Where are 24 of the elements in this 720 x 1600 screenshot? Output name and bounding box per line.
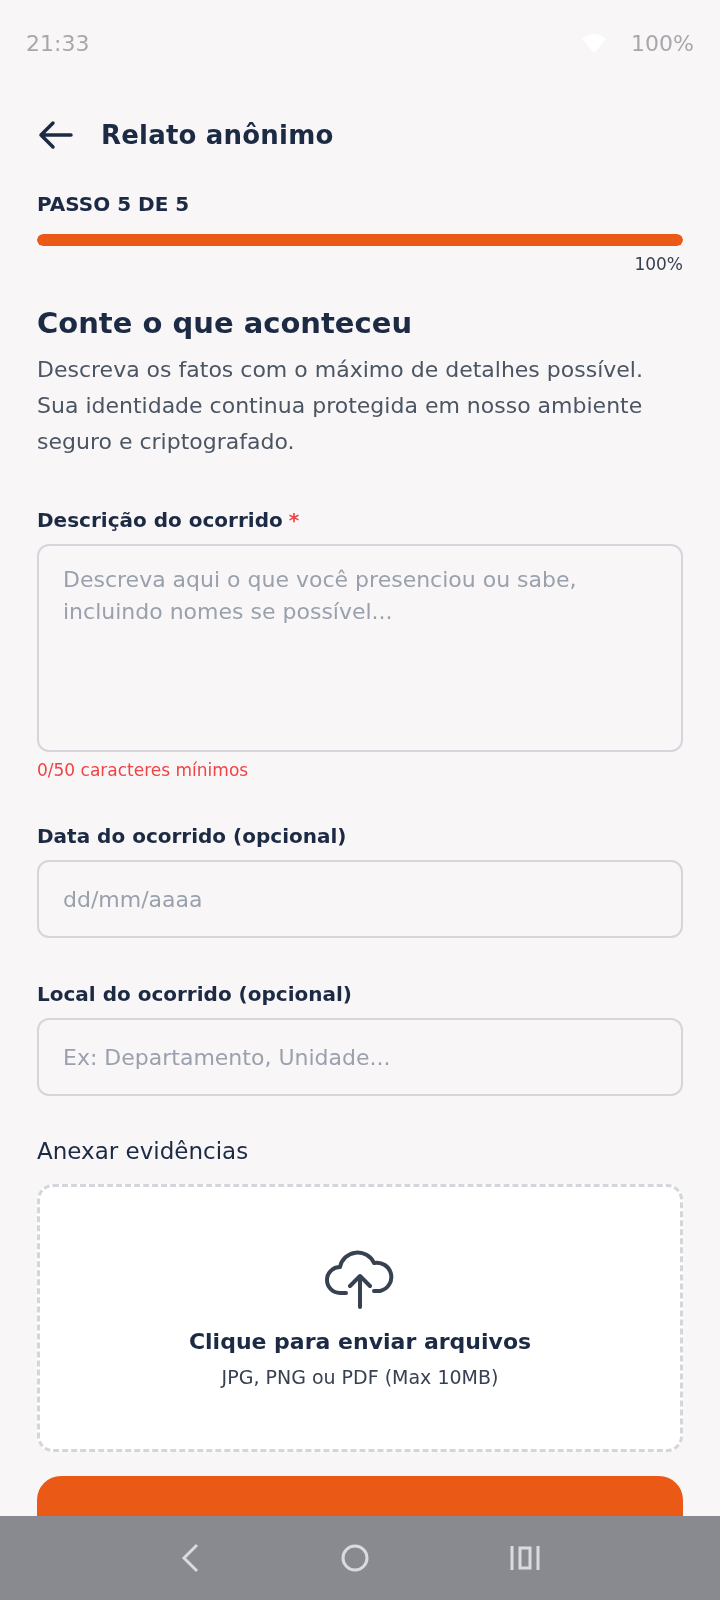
- step-label: PASSO 5 DE 5: [37, 192, 191, 216]
- screen-title: Relato anônimo: [101, 120, 334, 150]
- section-description: Descreva os fatos com o máximo de detalhes possível. Sua identidade continua protegida em nosso ambiente seguro e criptografado.: [37, 356, 644, 456]
- character-count: 0/50 caracteres mínimos: [37, 760, 250, 780]
- field-label: Descrição do ocorrido: [37, 508, 283, 532]
- upload-prompt: Clique para enviar arquivos: [188, 1328, 532, 1354]
- required-mark: *: [288, 508, 300, 532]
- recent-apps-icon[interactable]: [510, 1544, 540, 1572]
- field-label: Data do ocorrido (opcional): [37, 824, 347, 848]
- input-field[interactable]: dd/mm/aaaa: [37, 860, 683, 938]
- home-icon[interactable]: [340, 1543, 370, 1573]
- battery-percentage: 100%: [631, 30, 694, 56]
- description-field[interactable]: Descreva aqui o que você presenciou ou sabe, incluindo nomes se possível...: [37, 544, 683, 752]
- progress-percentage: 100%: [634, 254, 683, 274]
- upload-dropzone[interactable]: Clique para enviar arquivos JPG, PNG ou PDF (Max 10MB): [37, 1184, 683, 1452]
- cloud-upload-icon: [324, 1248, 396, 1309]
- section-title: Conte o que aconteceu: [37, 306, 414, 340]
- field-label: Local do ocorrido (opcional): [37, 982, 352, 1006]
- status-time: 21:33: [26, 30, 90, 56]
- input-field[interactable]: Ex: Departamento, Unidade...: [37, 1018, 683, 1096]
- upload-formats: JPG, PNG ou PDF (Max 10MB): [221, 1365, 499, 1388]
- back-arrow-icon[interactable]: [37, 120, 73, 150]
- attachments-title: Anexar evidências: [37, 1138, 250, 1164]
- nav-back-icon[interactable]: [180, 1543, 200, 1573]
